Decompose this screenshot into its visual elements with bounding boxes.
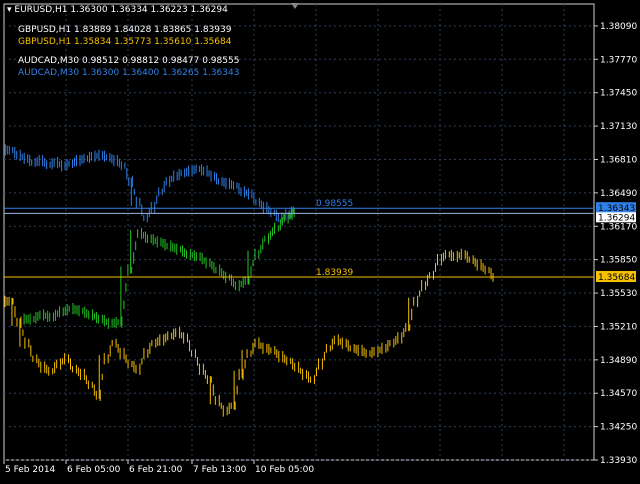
y-tick-label: 1.36170 (600, 222, 637, 232)
x-tick-label: 5 Feb 2014 (5, 465, 56, 475)
chart-window[interactable]: 0.98555 1.36343 1.83939 1.35684 1.36294 1.38… (0, 0, 640, 480)
y-tick-label: 1.37130 (600, 122, 637, 132)
y-tick-label: 1.35850 (600, 256, 637, 266)
price-tag: 1.35684 (598, 273, 635, 283)
price-lines: 0.98555 1.363431.83939 1.356841.36294 (4, 199, 636, 283)
y-tick-label: 1.35210 (600, 322, 637, 332)
legend-audcad-blue: AUDCAD,M30 1.36300 1.36400 1.36265 1.363… (18, 68, 240, 78)
y-tick-label: 1.37450 (600, 89, 637, 99)
y-tick-label: 1.34890 (600, 356, 637, 366)
y-tick-label: 1.38090 (600, 22, 637, 32)
y-tick-label: 1.34570 (600, 389, 637, 399)
y-tick-label: 1.36810 (600, 155, 637, 165)
y-tick-label: 1.37770 (600, 55, 637, 65)
y-tick-label: 1.33930 (600, 456, 637, 466)
series-layer (4, 144, 494, 417)
x-tick-label: 6 Feb 21:00 (129, 465, 183, 475)
price-line-label: 0.98555 (316, 199, 353, 209)
y-tick-label: 1.35530 (600, 289, 637, 299)
series-2 (4, 248, 494, 417)
y-axis: 1.38090 1.37770 1.37450 1.37130 1.36810 1.364… (594, 22, 637, 466)
y-tick-label: 1.34250 (600, 423, 637, 433)
x-tick-label: 6 Feb 05:00 (67, 465, 121, 475)
chart-shift-marker-icon[interactable] (291, 3, 299, 9)
x-tick-label: 7 Feb 13:00 (193, 465, 247, 475)
series-0 (4, 144, 294, 224)
x-tick-label: 10 Feb 05:00 (255, 465, 314, 475)
legend-audcad-white: AUDCAD,M30 0.98512 0.98812 0.98477 0.985… (18, 56, 240, 66)
legend-gbpusd-gold: GBPUSD,H1 1.35834 1.35773 1.35610 1.3568… (18, 37, 232, 47)
price-line-label: 1.83939 (316, 268, 353, 278)
x-axis: 5 Feb 2014 6 Feb 05:00 6 Feb 21:00 7 Feb 13… (3, 460, 314, 475)
y-tick-label: 1.36490 (600, 189, 637, 199)
legend-main-quote: ▾ EURUSD,H1 1.36300 1.36334 1.36223 1.36… (7, 5, 228, 15)
legend-gbpusd-white: GBPUSD,H1 1.83889 1.84028 1.83865 1.8393… (18, 25, 232, 35)
